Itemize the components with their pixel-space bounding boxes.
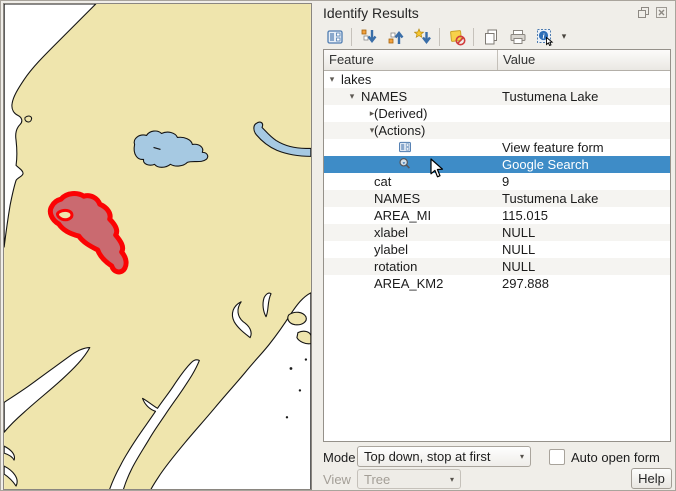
identify-settings-icon: i	[536, 28, 554, 46]
feature-cell: lakes	[341, 71, 371, 88]
value-cell: Tustumena Lake	[499, 88, 598, 105]
value-cell: NULL	[499, 258, 535, 275]
map-canvas[interactable]	[3, 3, 312, 490]
tree-row[interactable]: AREA_KM2 297.888	[324, 275, 670, 292]
toolbar-expand-tree-button[interactable]	[355, 24, 382, 50]
dock-buttons	[637, 6, 668, 19]
feature-cell: AREA_MI	[374, 207, 431, 224]
islet	[290, 367, 293, 370]
islet	[299, 389, 301, 391]
help-button[interactable]: Help	[631, 468, 672, 489]
feature-cell: (Actions)	[374, 122, 425, 139]
toolbar-separator	[473, 28, 474, 46]
column-header-value[interactable]: Value	[498, 50, 670, 70]
column-header-feature[interactable]: Feature	[324, 50, 498, 70]
toolbar-separator	[439, 28, 440, 46]
tree-row[interactable]: ylabel NULL	[324, 241, 670, 258]
bay-island	[288, 312, 306, 325]
collapse-tree-icon	[387, 28, 405, 46]
tree-row[interactable]: xlabel NULL	[324, 224, 670, 241]
toolbar-copy-button[interactable]	[477, 24, 504, 50]
highlighted-lake-hole	[57, 210, 71, 219]
identify-toolbar: i▾	[321, 24, 570, 49]
toolbar-expand-new-results-button[interactable]	[409, 24, 436, 50]
feature-cell: ylabel	[374, 241, 408, 258]
identify-results-window: Identify Results i▾ Feature Value ▾lakes…	[0, 0, 676, 491]
feature-cell: cat	[374, 173, 391, 190]
value-cell: 9	[499, 173, 509, 190]
expand-new-results-icon	[414, 28, 432, 46]
tree-row[interactable]: AREA_MI 115.015	[324, 207, 670, 224]
value-cell: NULL	[499, 241, 535, 258]
tree-row[interactable]: ▾NAMES Tustumena Lake	[324, 88, 670, 105]
tree-row[interactable]: ▸(Derived)	[324, 105, 670, 122]
value-cell: 115.015	[499, 207, 548, 224]
close-icon[interactable]	[655, 6, 668, 19]
expand-tree-icon	[360, 28, 378, 46]
print-icon	[509, 28, 527, 46]
feature-cell: NAMES	[361, 88, 407, 105]
value-cell: Tustumena Lake	[499, 190, 598, 207]
clear-results-icon	[448, 28, 466, 46]
tree-rows: ▾lakes▾NAMESTustumena Lake▸(Derived)▾(Ac…	[324, 71, 670, 292]
toolbar-separator	[351, 28, 352, 46]
mode-label: Mode	[323, 450, 356, 465]
chevron-down-icon: ▾	[520, 452, 524, 461]
tree-row[interactable]: cat 9	[324, 173, 670, 190]
value-cell: 297.888	[499, 275, 549, 292]
tree-header: Feature Value	[324, 50, 670, 71]
toolbar-print-button[interactable]	[504, 24, 531, 50]
toolbar-collapse-tree-button[interactable]	[382, 24, 409, 50]
view-selected-value: Tree	[364, 472, 390, 487]
identify-results-tree[interactable]: Feature Value ▾lakes▾NAMESTustumena Lake…	[323, 49, 671, 442]
feature-cell: AREA_KM2	[374, 275, 443, 292]
value-cell: Google Search	[499, 156, 589, 173]
view-label: View	[323, 472, 351, 487]
feature-cell: NAMES	[374, 190, 420, 207]
feature-cell: rotation	[374, 258, 417, 275]
float-icon[interactable]	[637, 6, 650, 19]
tree-row[interactable]: NAMES Tustumena Lake	[324, 190, 670, 207]
value-cell: View feature form	[499, 139, 604, 156]
tree-row[interactable]: ▾lakes	[324, 71, 670, 88]
view-select: Tree ▾	[357, 469, 461, 489]
toolbar-form-view-button[interactable]	[321, 24, 348, 50]
auto-open-form-checkbox[interactable]	[549, 449, 565, 465]
toolbar-clear-results-button[interactable]	[443, 24, 470, 50]
form-view-icon	[326, 28, 344, 46]
mouse-cursor	[430, 158, 447, 182]
tree-row-selected[interactable]: Google Search	[324, 156, 670, 173]
value-cell: NULL	[499, 224, 535, 241]
mode-select[interactable]: Top down, stop at first ▾	[357, 446, 531, 467]
feature-cell: (Derived)	[374, 105, 427, 122]
tree-row[interactable]: ▾(Actions)	[324, 122, 670, 139]
mode-selected-value: Top down, stop at first	[364, 449, 490, 464]
chevron-down-icon: ▾	[450, 475, 454, 484]
copy-icon	[482, 28, 500, 46]
islet	[286, 416, 288, 418]
toolbar-identify-settings-button[interactable]: i	[531, 24, 558, 50]
feature-cell: xlabel	[374, 224, 408, 241]
tree-row[interactable]: rotation NULL	[324, 258, 670, 275]
panel-title: Identify Results	[323, 5, 419, 21]
collapse-branch-icon[interactable]: ▾	[347, 88, 357, 105]
islet	[305, 358, 307, 360]
auto-open-form-label: Auto open form	[571, 450, 660, 465]
collapse-branch-icon[interactable]: ▾	[327, 71, 337, 88]
dropdown-arrow-icon[interactable]: ▾	[558, 25, 570, 49]
tree-row[interactable]: View feature form	[324, 139, 670, 156]
